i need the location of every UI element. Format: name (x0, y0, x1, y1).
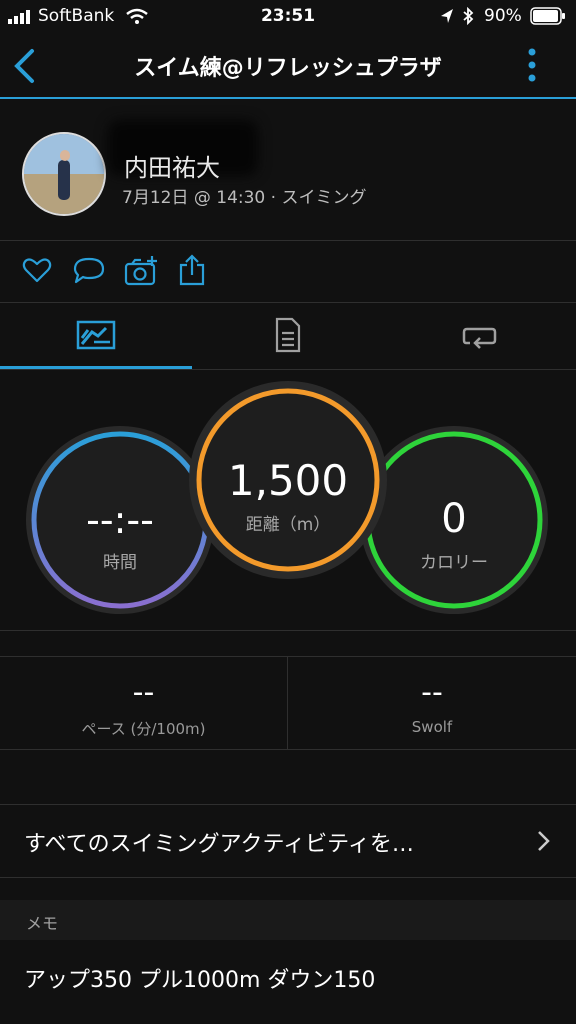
memo-header-label: メモ (26, 914, 59, 933)
summary-tab-icon (76, 320, 116, 350)
divider (0, 240, 576, 241)
memo-text: アップ350 プル1000m ダウン150 (24, 968, 376, 993)
nav-divider (0, 97, 576, 99)
user-name[interactable]: 内田祐大 (124, 148, 220, 183)
divider (0, 877, 576, 878)
swolf-label: Swolf (411, 718, 453, 736)
battery-icon (530, 7, 565, 25)
divider (0, 369, 576, 370)
swolf-stat: -- Swolf (288, 657, 576, 749)
distance-label: 距離（m） (245, 515, 331, 535)
nav-bar: スイム練@リフレッシュプラザ (0, 32, 576, 98)
battery-percent: 90% (484, 6, 522, 26)
laps-tab-icon (462, 327, 497, 349)
tab-laps[interactable] (384, 303, 576, 366)
activity-meta: 7月12日 @ 14:30 · スイミング (122, 188, 367, 208)
details-tab-icon (275, 317, 301, 353)
page-title: スイム練@リフレッシュプラザ (134, 56, 442, 81)
tab-summary[interactable] (0, 303, 192, 366)
status-bar: SoftBank 23:51 90% (0, 0, 576, 32)
bluetooth-icon (463, 7, 474, 25)
heart-icon[interactable] (22, 256, 52, 284)
all-activities-row[interactable]: すべてのスイミングアクティビティを… (0, 805, 576, 877)
memo-header: メモ (0, 900, 576, 940)
divider (0, 630, 576, 631)
distance-value: 1,500 (227, 456, 349, 505)
chevron-right-icon (538, 831, 550, 851)
comment-icon[interactable] (72, 256, 106, 286)
pace-value: -- (132, 675, 155, 710)
pace-label: ペース (分/100m) (81, 720, 206, 738)
tab-details[interactable] (192, 303, 384, 366)
location-icon (441, 9, 453, 23)
divider (0, 749, 576, 750)
all-activities-label: すべてのスイミングアクティビティを… (24, 832, 414, 857)
share-icon[interactable] (178, 253, 206, 287)
add-photo-icon[interactable] (124, 255, 160, 287)
avatar[interactable] (22, 132, 106, 216)
more-vertical-icon[interactable] (524, 46, 540, 86)
pace-stat: -- ペース (分/100m) (0, 657, 287, 749)
distance-circle: 1,500 距離（m） (188, 380, 388, 580)
chevron-left-icon[interactable] (12, 48, 36, 84)
swolf-value: -- (421, 675, 443, 710)
